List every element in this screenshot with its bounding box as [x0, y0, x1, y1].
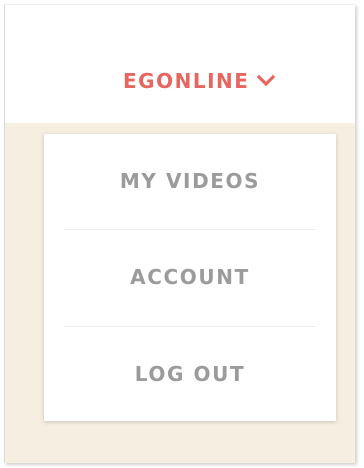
user-dropdown-menu: MY VIDEOS ACCOUNT LOG OUT: [44, 134, 336, 421]
menu-item-label: ACCOUNT: [130, 265, 250, 289]
menu-item-label: MY VIDEOS: [119, 169, 261, 193]
user-menu-toggle[interactable]: EGONLINE: [123, 68, 276, 94]
chevron-down-icon: [257, 74, 276, 88]
menu-item-log-out[interactable]: LOG OUT: [44, 327, 336, 421]
username-label: EGONLINE: [123, 69, 250, 93]
menu-item-label: LOG OUT: [134, 362, 246, 386]
menu-item-account[interactable]: ACCOUNT: [44, 230, 336, 324]
menu-item-my-videos[interactable]: MY VIDEOS: [44, 134, 336, 228]
page-header: EGONLINE: [5, 5, 355, 123]
app-frame: EGONLINE MY VIDEOS ACCOUNT LOG OUT: [4, 4, 355, 463]
